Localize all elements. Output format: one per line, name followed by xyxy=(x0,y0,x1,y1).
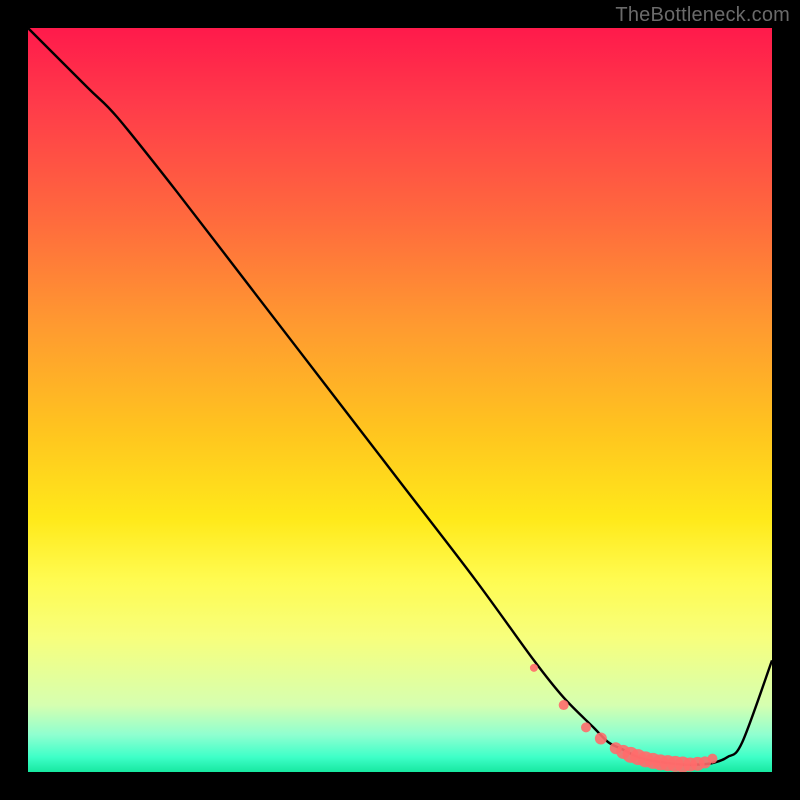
chart-frame: TheBottleneck.com xyxy=(0,0,800,800)
marker-dot xyxy=(559,700,569,710)
curve-group xyxy=(28,28,772,765)
marker-dot xyxy=(530,664,538,672)
marker-dot xyxy=(707,754,717,764)
marker-dot xyxy=(581,722,591,732)
bottleneck-curve xyxy=(28,28,772,765)
marker-dot xyxy=(595,733,607,745)
curve-svg xyxy=(28,28,772,772)
watermark-text: TheBottleneck.com xyxy=(615,4,790,27)
markers-group xyxy=(530,664,718,772)
plot-area xyxy=(28,28,772,772)
